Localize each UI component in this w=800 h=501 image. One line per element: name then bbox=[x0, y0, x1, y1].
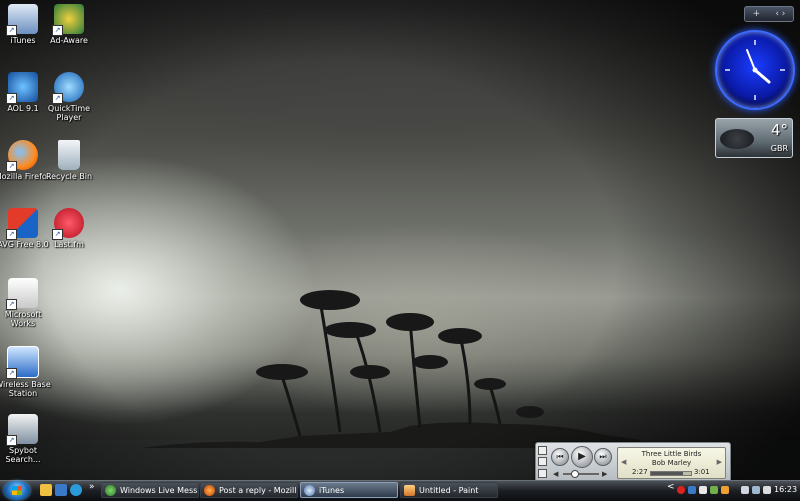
gadget-nav-icon[interactable]: ‹ › bbox=[775, 9, 785, 19]
ad-aware-icon: ↗ bbox=[52, 4, 84, 36]
tray-wifi-icon[interactable] bbox=[752, 486, 760, 494]
previous-button[interactable]: ⏮ bbox=[551, 448, 569, 466]
quicklaunch-overflow[interactable]: » bbox=[89, 482, 95, 492]
weather-cloud-icon bbox=[720, 129, 754, 149]
tray-volume-icon[interactable] bbox=[763, 486, 771, 494]
desktop-icon-lastfm[interactable]: ↗ Last.fm bbox=[39, 208, 99, 249]
volume-max-icon: ▶ bbox=[602, 470, 608, 478]
volume-icon: ◀ bbox=[553, 470, 559, 478]
elapsed-time: 2:27 bbox=[632, 468, 648, 476]
now-playing-display: ◀ ▶ Three Little Birds Bob Marley 2:27 3… bbox=[617, 447, 726, 479]
player-side-controls bbox=[538, 445, 547, 479]
windows-logo-icon bbox=[12, 486, 22, 495]
itunes-icon: ↗ bbox=[6, 4, 38, 36]
seek-bar[interactable] bbox=[650, 471, 692, 476]
aol-icon: ↗ bbox=[6, 72, 38, 104]
wireless-base-station-icon: ↗ bbox=[6, 346, 39, 379]
tray-expand-chevron[interactable]: < bbox=[667, 482, 675, 492]
add-gadget-icon[interactable]: + bbox=[753, 9, 761, 19]
desktop-icon-wireless-base-station[interactable]: ↗ Wireless Base Station bbox=[0, 346, 53, 398]
tray-device-icon[interactable] bbox=[699, 486, 707, 494]
quicklaunch-desktop-icon[interactable] bbox=[55, 484, 67, 496]
clock-gadget[interactable] bbox=[715, 30, 795, 110]
track-artist: Bob Marley bbox=[651, 459, 692, 467]
total-time: 3:01 bbox=[694, 468, 710, 476]
weather-gadget[interactable]: 4° GBR bbox=[715, 118, 793, 158]
quicklaunch-ie-icon[interactable] bbox=[70, 484, 82, 496]
player-menu-icon[interactable] bbox=[538, 468, 547, 478]
recycle-bin-icon bbox=[58, 140, 80, 170]
clock-face-icon bbox=[725, 40, 785, 100]
desktop-icon-recycle-bin[interactable]: Recycle Bin bbox=[39, 140, 99, 181]
task-windows-live-messenger[interactable]: Windows Live Mess... bbox=[101, 482, 199, 498]
tray-network-icon[interactable] bbox=[688, 486, 696, 494]
tray-security-icon[interactable] bbox=[677, 486, 685, 494]
spybot-icon: ↗ bbox=[6, 414, 38, 446]
firefox-icon: ↗ bbox=[6, 140, 38, 172]
next-button[interactable]: ⏭ bbox=[594, 448, 612, 466]
itunes-icon bbox=[304, 485, 315, 496]
tray-update-icon[interactable] bbox=[721, 486, 729, 494]
tray-battery-icon[interactable] bbox=[741, 486, 749, 494]
play-button[interactable]: ▶ bbox=[571, 446, 593, 468]
microsoft-works-icon: ↗ bbox=[6, 278, 38, 310]
weather-location: GBR bbox=[770, 144, 788, 153]
desktop-icon-spybot[interactable]: ↗ Spybot Search... bbox=[0, 414, 53, 464]
task-firefox-post-reply[interactable]: Post a reply - Mozill... bbox=[200, 482, 298, 498]
start-button[interactable] bbox=[4, 481, 30, 500]
lastfm-icon: ↗ bbox=[52, 208, 84, 240]
track-title: Three Little Birds bbox=[641, 450, 702, 458]
media-player-toolbar[interactable]: ⏮ ▶ ⏭ ◀ ▶ ◀ ▶ Three Little Birds Bob Mar… bbox=[535, 442, 731, 482]
taskbar-clock[interactable]: 16:23 bbox=[774, 480, 797, 500]
firefox-icon bbox=[204, 485, 215, 496]
volume-slider-knob[interactable] bbox=[570, 470, 579, 478]
gadget-controls[interactable]: + ‹ › bbox=[744, 6, 794, 22]
quicklaunch-media-icon[interactable] bbox=[40, 484, 52, 496]
player-restore-icon[interactable] bbox=[538, 446, 547, 456]
paint-icon bbox=[404, 485, 415, 496]
tray-messenger-icon[interactable] bbox=[710, 486, 718, 494]
task-itunes[interactable]: iTunes bbox=[300, 482, 398, 498]
messenger-icon bbox=[105, 485, 116, 496]
desktop-icon-ad-aware[interactable]: ↗ Ad-Aware bbox=[39, 4, 99, 45]
desktop-icon-quicktime[interactable]: ↗ QuickTime Player bbox=[39, 72, 99, 122]
seek-bar-fill bbox=[651, 472, 684, 475]
quicktime-icon: ↗ bbox=[52, 72, 84, 104]
weather-temperature: 4° bbox=[770, 121, 788, 139]
avg-icon: ↗ bbox=[6, 208, 38, 240]
desktop bbox=[0, 0, 800, 480]
volume-slider[interactable] bbox=[563, 470, 599, 478]
desktop-icon-microsoft-works[interactable]: ↗ Microsoft Works bbox=[0, 278, 53, 328]
task-paint[interactable]: Untitled - Paint bbox=[400, 482, 498, 498]
player-visualization-icon[interactable] bbox=[538, 457, 547, 467]
